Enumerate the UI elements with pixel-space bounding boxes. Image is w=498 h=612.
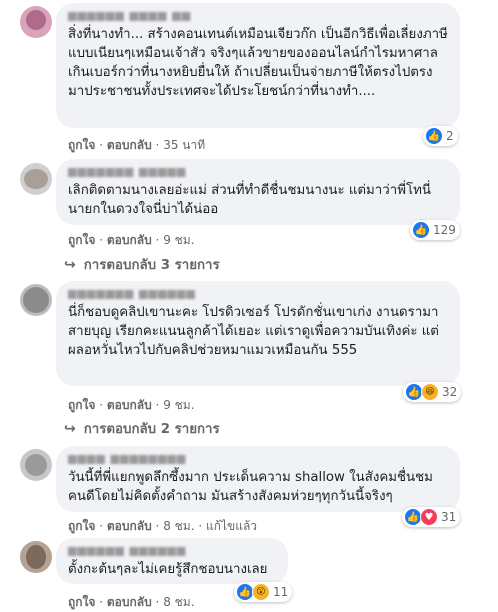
reply-button[interactable]: ตอบกลับ: [107, 233, 152, 247]
reaction-summary[interactable]: 👍 129: [410, 220, 460, 240]
view-replies-link[interactable]: ↪ การตอบกลับ 2 รายการ: [64, 418, 220, 439]
edited-label: แก้ไขแล้ว: [205, 519, 258, 533]
reply-arrow-icon: ↪: [64, 420, 76, 437]
avatar[interactable]: [20, 284, 52, 316]
commenter-name-blurred[interactable]: ▆▆▆▆▆▆▆ ▆▆▆▆▆: [68, 165, 448, 177]
reply-arrow-icon: ↪: [64, 256, 76, 273]
reaction-summary[interactable]: 👍 😆 32: [403, 382, 462, 402]
like-button[interactable]: ถูกใจ: [68, 519, 95, 533]
avatar[interactable]: [20, 541, 52, 573]
comment-text: วันนี้ที่พี่แยกพูดลึกซึ้งมาก ประเด็นความ…: [68, 470, 433, 504]
comment-bubble: ▆▆▆▆▆▆ ▆▆▆▆ ▆▆ สิ่งที่นางทำ... สร้างคอนเ…: [56, 3, 460, 128]
comment-actions: ถูกใจ · ตอบกลับ · 35 นาที: [68, 138, 206, 152]
reaction-summary[interactable]: 👍 2: [423, 126, 458, 146]
replies-label: การตอบกลับ 2 รายการ: [83, 422, 220, 437]
reaction-count: 11: [273, 585, 289, 599]
heart-icon: ♥: [420, 508, 438, 526]
comment-bubble: ▆▆▆▆▆▆ ▆▆▆▆▆▆ ตั้งกะต้นๆละไม่เคยรู้สึกชอ…: [56, 538, 288, 584]
like-button[interactable]: ถูกใจ: [68, 138, 95, 152]
avatar[interactable]: [20, 6, 52, 38]
timestamp[interactable]: 9 ชม.: [163, 233, 194, 247]
comment-actions: ถูกใจ · ตอบกลับ · 8 ชม. · แก้ไขแล้ว: [68, 519, 258, 533]
like-button[interactable]: ถูกใจ: [68, 233, 95, 247]
like-button[interactable]: ถูกใจ: [68, 595, 95, 609]
reaction-count: 31: [441, 510, 457, 524]
commenter-name-blurred[interactable]: ▆▆▆▆ ▆▆▆▆▆▆▆▆: [68, 452, 448, 464]
reaction-summary[interactable]: 👍 ♥ 31: [402, 507, 461, 527]
timestamp[interactable]: 35 นาที: [163, 138, 205, 152]
comment-text: สิ่งที่นางทำ... สร้างคอนเทนต์เหมือนเจียว…: [68, 27, 448, 99]
comment-actions: ถูกใจ · ตอบกลับ · 9 ชม.: [68, 398, 195, 412]
reply-button[interactable]: ตอบกลับ: [107, 595, 152, 609]
commenter-name-blurred[interactable]: ▆▆▆▆▆▆ ▆▆▆▆ ▆▆: [68, 9, 448, 21]
replies-label: การตอบกลับ 3 รายการ: [83, 258, 220, 273]
comment-text: นี่ก็ชอบดูคลิปเขานะคะ โปรดิวเซอร์ โปรดัก…: [68, 305, 439, 358]
comment-text: ตั้งกะต้นๆละไม่เคยรู้สึกชอบนางเลย: [68, 562, 268, 577]
reply-button[interactable]: ตอบกลับ: [107, 519, 152, 533]
comment-bubble: ▆▆▆▆ ▆▆▆▆▆▆▆▆ วันนี้ที่พี่แยกพูดลึกซึ้งม…: [56, 446, 460, 512]
like-button[interactable]: ถูกใจ: [68, 398, 95, 412]
reaction-count: 32: [442, 385, 458, 399]
timestamp[interactable]: 8 ชม.: [163, 519, 194, 533]
reply-button[interactable]: ตอบกลับ: [107, 398, 152, 412]
avatar[interactable]: [20, 163, 52, 195]
timestamp[interactable]: 9 ชม.: [163, 398, 194, 412]
comment-text: เลิกติดตามนางเลยอ่ะแม่ ส่วนที่ทำดีชื่นชม…: [68, 183, 431, 217]
commenter-name-blurred[interactable]: ▆▆▆▆▆▆▆ ▆▆▆▆▆▆: [68, 287, 448, 299]
laughing-face-icon: 😆: [421, 383, 439, 401]
avatar[interactable]: [20, 449, 52, 481]
reaction-summary[interactable]: 👍 😮 11: [234, 582, 293, 602]
reply-button[interactable]: ตอบกลับ: [107, 138, 152, 152]
comment-bubble: ▆▆▆▆▆▆▆ ▆▆▆▆▆▆ นี่ก็ชอบดูคลิปเขานะคะ โปร…: [56, 281, 460, 386]
thumbs-up-icon: 👍: [412, 221, 430, 239]
comment-actions: ถูกใจ · ตอบกลับ · 9 ชม.: [68, 233, 195, 247]
timestamp[interactable]: 8 ชม.: [163, 595, 194, 609]
comment-bubble: ▆▆▆▆▆▆▆ ▆▆▆▆▆ เลิกติดตามนางเลยอ่ะแม่ ส่ว…: [56, 159, 460, 225]
reaction-count: 2: [446, 129, 454, 143]
thumbs-up-icon: 👍: [425, 127, 443, 145]
reaction-count: 129: [433, 223, 456, 237]
comment-actions: ถูกใจ · ตอบกลับ · 8 ชม.: [68, 595, 195, 609]
surprised-face-icon: 😮: [252, 583, 270, 601]
view-replies-link[interactable]: ↪ การตอบกลับ 3 รายการ: [64, 254, 220, 275]
commenter-name-blurred[interactable]: ▆▆▆▆▆▆ ▆▆▆▆▆▆: [68, 544, 276, 556]
